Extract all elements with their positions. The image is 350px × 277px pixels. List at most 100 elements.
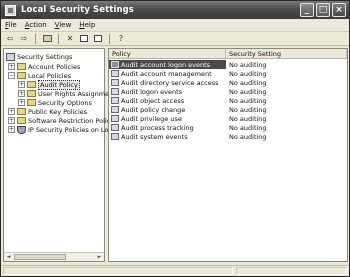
tree-item-label: Public Key Policies bbox=[28, 107, 88, 116]
toolbar-separator bbox=[35, 33, 36, 44]
console-tree-pane: Security Settings + Account Policies − L… bbox=[3, 48, 152, 262]
toolbar-separator bbox=[58, 33, 59, 44]
policy-icon bbox=[111, 106, 119, 113]
menu-view-rest: iew bbox=[59, 21, 72, 29]
tree-item-label: Audit Policy bbox=[38, 79, 80, 90]
menu-view[interactable]: View bbox=[55, 21, 72, 29]
status-cell-secondary bbox=[236, 267, 347, 275]
list-row[interactable]: Audit account management No auditing bbox=[109, 69, 347, 78]
column-header-security-setting[interactable]: Security Setting bbox=[226, 49, 347, 58]
tree-root-security-settings[interactable]: Security Settings bbox=[6, 52, 72, 61]
status-bar bbox=[1, 265, 349, 276]
expand-icon[interactable]: + bbox=[8, 63, 15, 70]
security-setting-value: No auditing bbox=[229, 69, 267, 78]
expand-icon[interactable]: + bbox=[8, 117, 15, 124]
minimize-button[interactable]: _ bbox=[300, 3, 314, 17]
tree-item-account-policies[interactable]: + Account Policies bbox=[8, 62, 80, 71]
policy-icon bbox=[111, 79, 119, 86]
expand-icon[interactable]: + bbox=[18, 99, 25, 106]
forward-arrow-icon[interactable]: ⇨ bbox=[19, 34, 29, 44]
list-row[interactable]: Audit object access No auditing bbox=[109, 96, 347, 105]
policy-name: Audit account management bbox=[121, 69, 212, 78]
up-folder-icon[interactable] bbox=[42, 34, 52, 44]
security-setting-value: No auditing bbox=[229, 114, 267, 123]
maximize-button[interactable]: □ bbox=[316, 3, 330, 17]
delete-icon[interactable]: ✕ bbox=[65, 34, 75, 44]
properties-glyph bbox=[80, 35, 88, 42]
policy-name: Audit policy change bbox=[121, 105, 186, 114]
title-bar[interactable]: Local Security Settings _ □ × bbox=[1, 1, 349, 19]
scrollbar-thumb[interactable] bbox=[14, 254, 66, 260]
tree-item-public-key-policies[interactable]: + Public Key Policies bbox=[8, 107, 87, 116]
security-setting-value: No auditing bbox=[229, 87, 267, 96]
expand-icon[interactable]: + bbox=[8, 126, 15, 133]
ip-security-icon bbox=[17, 125, 26, 134]
policy-name: Audit directory service access bbox=[121, 78, 219, 87]
scroll-right-arrow-icon[interactable]: ► bbox=[96, 254, 103, 261]
security-setting-value: No auditing bbox=[229, 96, 267, 105]
back-arrow-icon[interactable]: ⇦ bbox=[5, 34, 15, 44]
policy-icon bbox=[111, 124, 119, 131]
properties-icon[interactable] bbox=[79, 34, 89, 44]
list-row[interactable]: Audit privilege use No auditing bbox=[109, 114, 347, 123]
tree-item-audit-policy[interactable]: + Audit Policy bbox=[18, 79, 80, 90]
folder-icon bbox=[17, 117, 26, 124]
expand-icon[interactable]: + bbox=[18, 90, 25, 97]
tree-root-label: Security Settings bbox=[17, 52, 73, 61]
policy-icon bbox=[111, 133, 119, 140]
up-folder-glyph bbox=[42, 35, 52, 42]
tree-item-user-rights-assignment[interactable]: + User Rights Assignment bbox=[18, 89, 116, 98]
policy-name: Audit process tracking bbox=[121, 123, 194, 132]
menu-help-rest: elp bbox=[84, 21, 96, 29]
list-row[interactable]: Audit logon events No auditing bbox=[109, 87, 347, 96]
export-list-glyph bbox=[94, 35, 102, 42]
folder-icon bbox=[27, 90, 36, 97]
folder-icon bbox=[17, 108, 26, 115]
folder-icon bbox=[17, 63, 26, 70]
list-row[interactable]: Audit process tracking No auditing bbox=[109, 123, 347, 132]
policy-name: Audit object access bbox=[121, 96, 185, 105]
security-setting-value: No auditing bbox=[229, 123, 267, 132]
policy-icon bbox=[111, 88, 119, 95]
column-header-policy[interactable]: Policy bbox=[109, 49, 226, 58]
expand-icon[interactable]: + bbox=[18, 81, 25, 88]
export-list-icon[interactable] bbox=[93, 34, 103, 44]
list-row[interactable]: Audit system events No auditing bbox=[109, 132, 347, 141]
policy-name: Audit account logon events bbox=[121, 60, 211, 69]
security-setting-value: No auditing bbox=[229, 78, 267, 87]
menu-file[interactable]: File bbox=[5, 21, 17, 29]
scroll-left-arrow-icon[interactable]: ◄ bbox=[5, 254, 12, 261]
security-setting-value: No auditing bbox=[229, 60, 267, 69]
folder-icon bbox=[27, 99, 36, 106]
policy-list-pane: Policy Security Setting Audit account lo… bbox=[108, 48, 348, 262]
close-button[interactable]: × bbox=[332, 3, 346, 17]
tree-horizontal-scrollbar[interactable]: ◄ ► bbox=[4, 252, 104, 261]
tree-item-label: Software Restriction Policies bbox=[28, 116, 120, 125]
tree-item-security-options[interactable]: + Security Options bbox=[18, 98, 92, 107]
policy-icon bbox=[111, 115, 119, 122]
tree-item-label: Security Options bbox=[38, 98, 92, 107]
list-row[interactable]: Audit directory service access No auditi… bbox=[109, 78, 347, 87]
expand-icon[interactable]: + bbox=[8, 108, 15, 115]
menu-bar: File Action View Help bbox=[1, 19, 349, 32]
tree-item-label: Account Policies bbox=[28, 62, 81, 71]
list-row[interactable]: Audit policy change No auditing bbox=[109, 105, 347, 114]
list-row[interactable]: Audit account logon events No auditing bbox=[109, 60, 347, 69]
toolbar-separator bbox=[109, 33, 110, 44]
menu-action-rest: ction bbox=[29, 21, 47, 29]
policy-name: Audit logon events bbox=[121, 87, 183, 96]
toolbar: ⇦ ⇨ ✕ ? bbox=[1, 32, 349, 46]
window-controls: _ □ × bbox=[300, 3, 346, 17]
menu-help[interactable]: Help bbox=[79, 21, 95, 29]
policy-name: Audit system events bbox=[121, 132, 188, 141]
local-security-settings-window: Local Security Settings _ □ × File Actio… bbox=[0, 0, 350, 277]
collapse-icon[interactable]: − bbox=[8, 72, 15, 79]
folder-open-icon bbox=[17, 72, 26, 79]
tree-item-software-restriction-policies[interactable]: + Software Restriction Policies bbox=[8, 116, 120, 125]
status-cell-main bbox=[3, 267, 233, 275]
menu-action[interactable]: Action bbox=[25, 21, 47, 29]
help-icon[interactable]: ? bbox=[116, 34, 126, 44]
security-settings-icon bbox=[5, 4, 16, 16]
tree-item-label: User Rights Assignment bbox=[38, 89, 116, 98]
security-settings-icon bbox=[6, 52, 15, 61]
